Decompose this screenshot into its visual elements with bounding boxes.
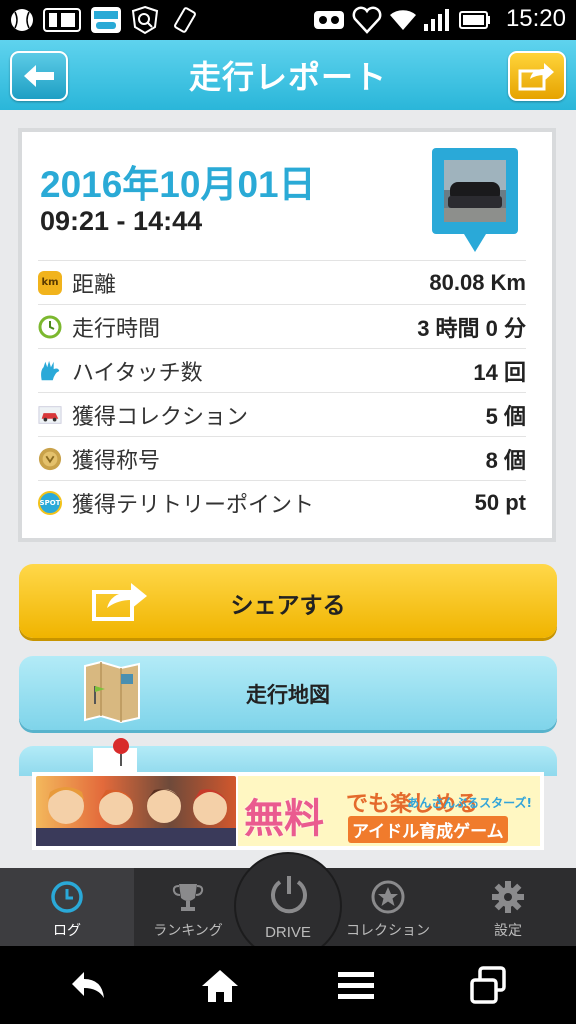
tab-label: DRIVE	[265, 924, 311, 941]
tab-label: 設定	[494, 923, 522, 939]
search-notification-icon	[128, 5, 162, 35]
nav-recent-apps-icon[interactable]	[466, 964, 510, 1008]
ad-artwork	[36, 776, 236, 846]
clock-icon	[51, 881, 83, 913]
row-label: 獲得コレクション	[72, 404, 249, 430]
tab-label: ランキング	[153, 923, 223, 939]
star-icon	[371, 880, 405, 914]
power-icon	[271, 876, 307, 914]
row-value: 80.08 Km	[429, 269, 526, 295]
row-value: 50 pt	[474, 489, 526, 515]
ad-line2: アイドル育成ゲーム	[348, 816, 508, 843]
share-icon	[518, 63, 554, 91]
app-header: 走行レポート	[0, 40, 576, 110]
tab-ranking[interactable]: ランキング	[136, 868, 240, 946]
ad-banner[interactable]: 無料 でも楽しめる アイドル育成ゲーム あんさんぶるスターズ!	[32, 772, 544, 850]
share-button-label: シェアする	[230, 593, 346, 619]
row-value: 8 個	[485, 447, 526, 473]
clock-icon	[38, 315, 62, 339]
row-value: 14 回	[473, 359, 526, 385]
medal-icon	[38, 447, 62, 471]
ad-headline: 無料	[244, 796, 324, 842]
tab-label: コレクション	[346, 923, 430, 939]
report-card: 2016年10月01日 09:21 - 14:44 km 距離 80.08 Km…	[18, 128, 556, 542]
row-titles: 獲得称号 8 個	[38, 436, 526, 480]
spot-icon: SPOT	[38, 490, 62, 515]
baseball-icon	[8, 6, 36, 34]
drive-map-button[interactable]: 走行地図	[19, 656, 557, 730]
share-button-top[interactable]	[508, 51, 566, 101]
signal-icon	[422, 6, 450, 34]
row-value: 5 個	[485, 403, 526, 429]
wifi-icon	[388, 6, 418, 34]
app-notification-icon	[88, 6, 124, 34]
row-territory: SPOT 獲得テリトリーポイント 50 pt	[38, 480, 526, 524]
row-label: ハイタッチ数	[72, 360, 203, 386]
pin-icon	[93, 738, 137, 776]
sim-icon	[42, 6, 82, 34]
gear-icon	[492, 881, 524, 913]
report-time-range: 09:21 - 14:44	[40, 206, 203, 236]
rotate-icon	[168, 6, 202, 34]
system-nav-bar	[0, 946, 576, 1024]
drive-map-label: 走行地図	[246, 683, 330, 707]
row-label: 獲得テリトリーポイント	[72, 492, 315, 518]
share-button[interactable]: シェアする	[19, 564, 557, 638]
tab-label: ログ	[53, 923, 81, 939]
km-icon: km	[38, 270, 62, 295]
report-date: 2016年10月01日	[40, 164, 316, 205]
hightouch-icon	[38, 359, 62, 383]
photo-pin[interactable]	[430, 146, 520, 258]
tab-collection[interactable]: コレクション	[336, 868, 440, 946]
vr-icon	[312, 6, 346, 34]
ad-text-panel: 無料 でも楽しめる アイドル育成ゲーム あんさんぶるスターズ!	[238, 776, 540, 846]
nav-back-icon[interactable]	[66, 964, 110, 1008]
row-label: 走行時間	[72, 316, 161, 342]
tab-settings[interactable]: 設定	[440, 868, 576, 946]
ad-logo: あんさんぶるスターズ!	[407, 796, 532, 810]
drive-button[interactable]: DRIVE	[234, 852, 342, 960]
clock: 15:20	[505, 5, 566, 32]
battery-icon	[458, 6, 492, 34]
row-distance: km 距離 80.08 Km	[38, 260, 526, 304]
row-value: 3 時間 0 分	[417, 315, 526, 341]
row-label: 獲得称号	[72, 448, 161, 474]
row-drive-time: 走行時間 3 時間 0 分	[38, 304, 526, 348]
row-hightouch: ハイタッチ数 14 回	[38, 348, 526, 392]
row-collection: 獲得コレクション 5 個	[38, 392, 526, 436]
nav-home-icon[interactable]	[198, 964, 242, 1008]
row-label: 距離	[72, 272, 117, 298]
car-icon	[38, 403, 62, 427]
nav-menu-icon[interactable]	[334, 964, 378, 1008]
heart-icon	[350, 6, 384, 34]
status-bar: 15:20	[0, 0, 576, 40]
tab-log[interactable]: ログ	[0, 868, 134, 946]
page-title: 走行レポート	[188, 58, 387, 96]
trophy-icon	[172, 884, 204, 911]
